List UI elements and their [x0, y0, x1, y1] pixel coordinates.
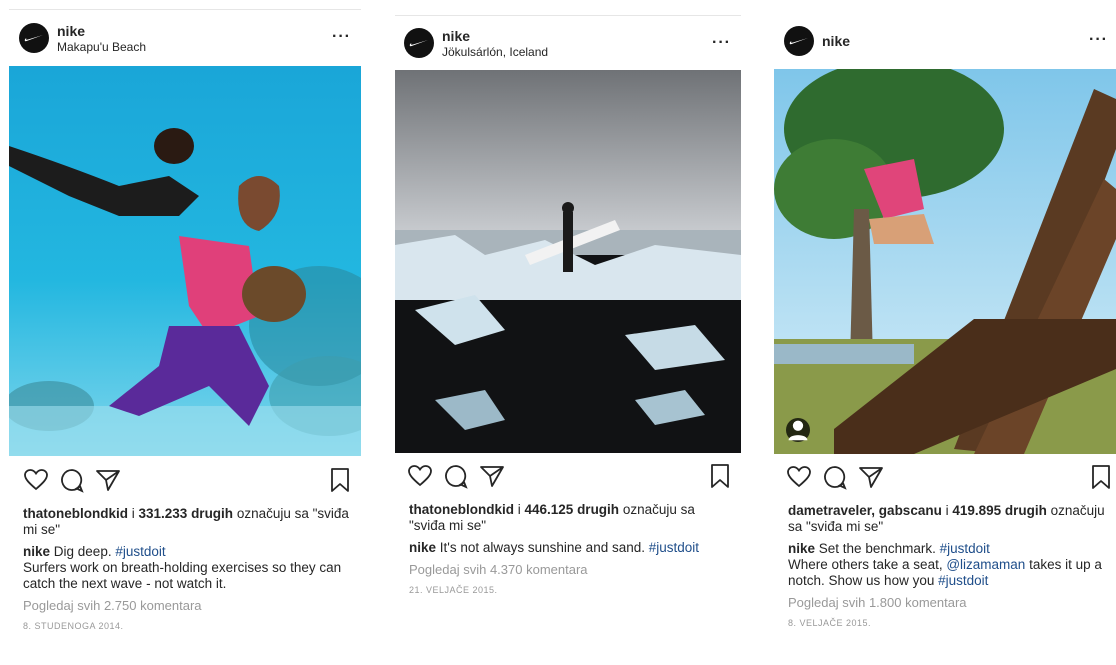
more-icon[interactable]: ··· — [332, 28, 351, 46]
divider — [395, 15, 741, 16]
action-bar — [395, 463, 741, 493]
post-header: nike Makapu'u Beach — [19, 22, 361, 54]
post-date: 8. VELJAČE 2015. — [788, 618, 872, 628]
likes-user[interactable]: dametraveler, gabscanu — [788, 503, 942, 518]
caption-block: thatoneblondkid i 331.233 drugih označuj… — [23, 506, 353, 634]
avatar[interactable] — [19, 23, 49, 53]
like-button[interactable] — [786, 464, 812, 490]
hashtag-link[interactable]: #justdoit — [115, 544, 165, 559]
nike-swoosh-logo — [409, 40, 428, 47]
comment-button[interactable] — [443, 463, 469, 489]
hashtag-link[interactable]: #justdoit — [938, 573, 988, 588]
caption-line: nike It's not always sunshine and sand. … — [409, 540, 733, 556]
post-1: nike Makapu'u Beach ··· thatoneblondkid … — [9, 0, 361, 665]
tagged-user-icon[interactable] — [786, 418, 810, 442]
share-icon — [480, 466, 504, 487]
caption-extra: Where others take a seat, @lizamaman tak… — [788, 557, 1110, 589]
action-bar — [9, 467, 361, 497]
caption-text: Set the benchmark. — [818, 541, 940, 556]
heart-icon — [408, 465, 432, 487]
post-photo[interactable] — [774, 69, 1116, 454]
avatar[interactable] — [404, 28, 434, 58]
more-icon[interactable]: ··· — [712, 34, 731, 52]
share-button[interactable] — [95, 467, 121, 493]
post-header: nike Jökulsárlón, Iceland — [404, 27, 741, 59]
likes-line: dametraveler, gabscanu i 419.895 drugih … — [788, 503, 1110, 535]
bookmark-button[interactable] — [327, 467, 353, 493]
like-button[interactable] — [23, 467, 49, 493]
bookmark-icon — [711, 464, 729, 488]
post-photo[interactable] — [395, 70, 741, 453]
caption-text: Dig deep. — [53, 544, 116, 559]
action-bar — [774, 464, 1116, 494]
bookmark-button[interactable] — [707, 463, 733, 489]
heart-icon — [787, 466, 811, 488]
like-button[interactable] — [407, 463, 433, 489]
caption-line: nike Dig deep. #justdoit — [23, 544, 353, 560]
likes-count[interactable]: 331.233 drugih — [139, 506, 234, 521]
likes-line: thatoneblondkid i 331.233 drugih označuj… — [23, 506, 353, 538]
likes-user[interactable]: thatoneblondkid — [409, 502, 514, 517]
hashtag-link[interactable]: #justdoit — [940, 541, 990, 556]
mention-link[interactable]: @lizamaman — [946, 557, 1025, 572]
nike-swoosh-logo — [789, 38, 808, 45]
comment-button[interactable] — [822, 464, 848, 490]
caption-user[interactable]: nike — [409, 540, 436, 555]
caption-user[interactable]: nike — [788, 541, 815, 556]
location[interactable]: Jökulsárlón, Iceland — [442, 45, 548, 59]
username[interactable]: nike — [57, 23, 146, 39]
post-header: nike — [784, 25, 1116, 57]
likes-mid: i — [514, 502, 525, 517]
likes-mid: i — [941, 503, 953, 518]
likes-user[interactable]: thatoneblondkid — [23, 506, 128, 521]
caption-extra: Surfers work on breath-holding exercises… — [23, 560, 342, 591]
caption-block: thatoneblondkid i 446.125 drugih označuj… — [409, 502, 733, 598]
comment-icon — [445, 465, 468, 489]
username[interactable]: nike — [442, 28, 548, 44]
heart-icon — [24, 469, 48, 491]
more-icon[interactable]: ··· — [1089, 31, 1108, 49]
share-icon — [96, 470, 120, 491]
share-button[interactable] — [858, 464, 884, 490]
comment-icon — [61, 469, 84, 493]
divider — [9, 9, 361, 10]
likes-count[interactable]: 419.895 drugih — [952, 503, 1047, 518]
post-3: nike ··· dametraveler, gabscanu i 419.89… — [774, 0, 1116, 665]
caption-user[interactable]: nike — [23, 544, 50, 559]
username[interactable]: nike — [822, 33, 850, 49]
caption-line: nike Set the benchmark. #justdoit — [788, 541, 1110, 557]
likes-mid: i — [128, 506, 139, 521]
location[interactable]: Makapu'u Beach — [57, 40, 146, 54]
comment-icon — [824, 466, 847, 490]
post-2: nike Jökulsárlón, Iceland ··· thatoneblo… — [395, 0, 741, 665]
view-comments-link[interactable]: Pogledaj svih 2.750 komentara — [23, 598, 353, 614]
nike-swoosh-logo — [24, 35, 43, 42]
bookmark-button[interactable] — [1088, 464, 1114, 490]
likes-line: thatoneblondkid i 446.125 drugih označuj… — [409, 502, 733, 534]
post-photo[interactable] — [9, 66, 361, 456]
bookmark-icon — [331, 468, 349, 492]
share-icon — [859, 467, 883, 488]
share-button[interactable] — [479, 463, 505, 489]
caption-block: dametraveler, gabscanu i 419.895 drugih … — [788, 503, 1110, 631]
comment-button[interactable] — [59, 467, 85, 493]
avatar[interactable] — [784, 26, 814, 56]
post-date: 8. STUDENOGA 2014. — [23, 621, 124, 631]
caption-extra-pre: Where others take a seat, — [788, 557, 947, 572]
likes-count[interactable]: 446.125 drugih — [525, 502, 620, 517]
post-date: 21. VELJAČE 2015. — [409, 585, 498, 595]
view-comments-link[interactable]: Pogledaj svih 1.800 komentara — [788, 595, 1110, 611]
caption-text: It's not always sunshine and sand. — [439, 540, 649, 555]
bookmark-icon — [1092, 465, 1110, 489]
view-comments-link[interactable]: Pogledaj svih 4.370 komentara — [409, 562, 733, 578]
hashtag-link[interactable]: #justdoit — [649, 540, 699, 555]
